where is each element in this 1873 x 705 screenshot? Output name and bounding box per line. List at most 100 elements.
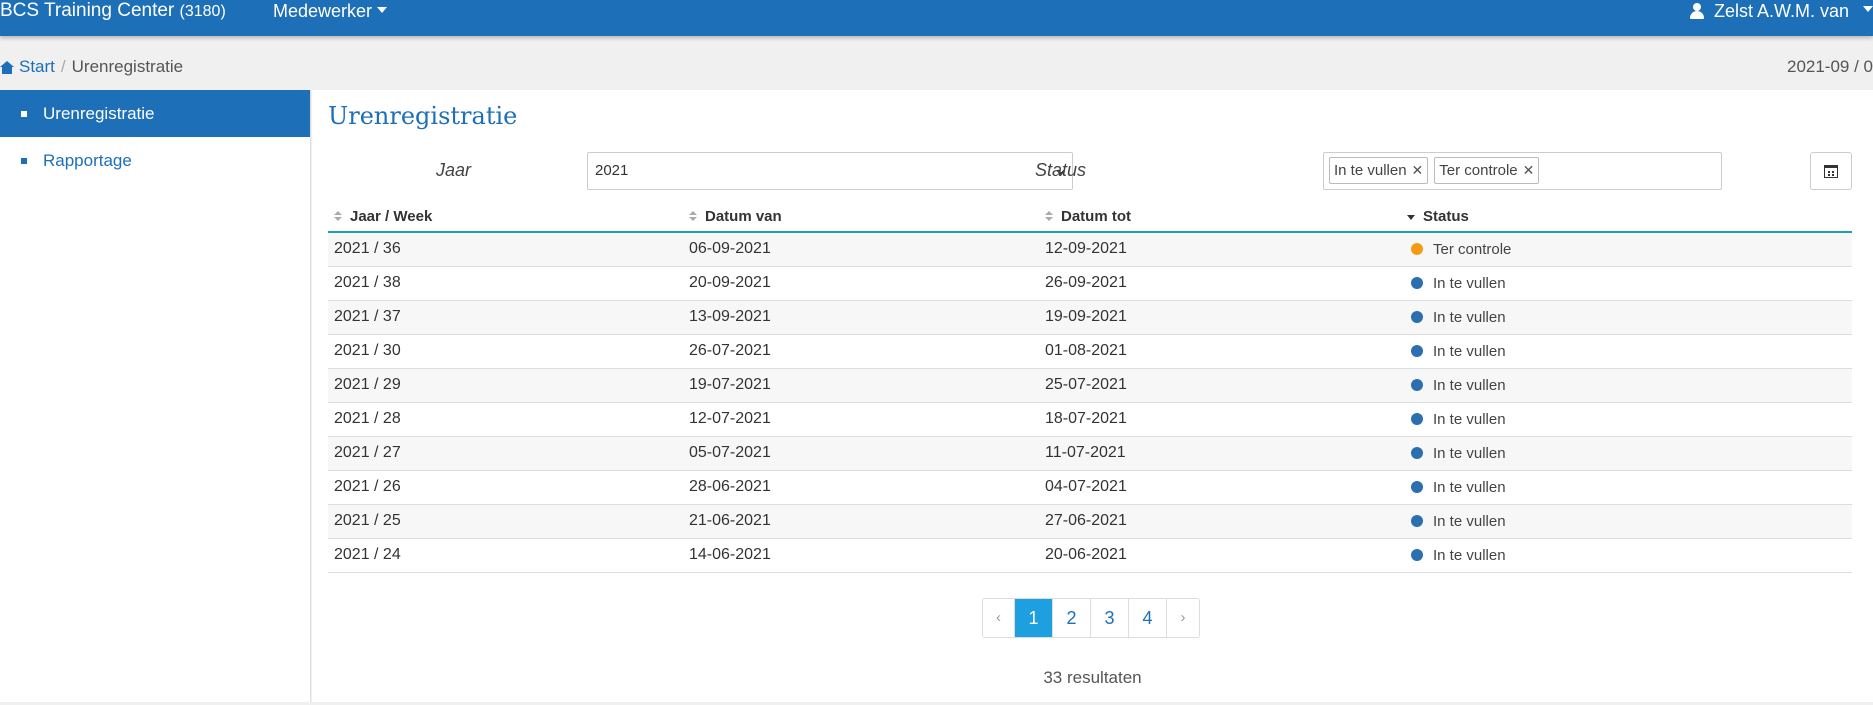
calendar-icon <box>1824 164 1838 178</box>
cell-datum-van: 19-07-2021 <box>689 368 1045 403</box>
user-menu[interactable]: Zelst A.W.M. van <box>1689 0 1873 22</box>
column-header-week[interactable]: Jaar / Week <box>328 202 689 233</box>
cell-datum-tot: 01-08-2021 <box>1045 334 1407 369</box>
sort-desc-icon <box>1407 214 1415 220</box>
sort-icon <box>689 210 697 222</box>
status-multiselect[interactable]: In te vullen ✕ Ter controle ✕ <box>1323 152 1722 190</box>
table-row[interactable]: 2021 / 24 14-06-2021 20-06-2021 In te vulle… <box>328 538 1852 573</box>
bullet-icon <box>21 157 27 164</box>
column-header-status[interactable]: Status <box>1407 202 1852 233</box>
cell-status: In te vullen <box>1407 470 1852 505</box>
pagination-page-4[interactable]: 4 <box>1129 599 1167 637</box>
cell-datum-tot: 11-07-2021 <box>1045 436 1407 471</box>
pagination-page-3[interactable]: 3 <box>1091 599 1129 637</box>
brand[interactable]: BCS Training Center (3180) <box>0 0 226 22</box>
status-dot-icon <box>1411 378 1423 391</box>
cell-status: In te vullen <box>1407 300 1852 335</box>
breadcrumb-separator: / <box>60 57 66 76</box>
user-name: Zelst A.W.M. van <box>1713 1 1849 21</box>
cell-datum-tot: 12-09-2021 <box>1045 232 1407 267</box>
cell-datum-van: 20-09-2021 <box>689 266 1045 301</box>
sort-icon <box>334 210 342 222</box>
table-row[interactable]: 2021 / 26 28-06-2021 04-07-2021 In te vulle… <box>328 470 1852 505</box>
status-label: In te vullen <box>1433 410 1506 428</box>
cell-datum-van: 13-09-2021 <box>689 300 1045 335</box>
status-label: Ter controle <box>1433 240 1512 258</box>
cell-week: 2021 / 28 <box>328 402 689 437</box>
table-row[interactable]: 2021 / 25 21-06-2021 27-06-2021 In te vulle… <box>328 504 1852 539</box>
pagination-page-1[interactable]: 1 <box>1015 599 1053 637</box>
cell-week: 2021 / 29 <box>328 368 689 403</box>
status-dot-icon <box>1411 344 1423 357</box>
cell-datum-van: 06-09-2021 <box>689 232 1045 267</box>
calendar-button[interactable] <box>1810 152 1852 190</box>
breadcrumb-start-link[interactable]: Start <box>19 56 55 78</box>
table-body: 2021 / 36 06-09-2021 12-09-2021 Ter control… <box>328 232 1852 573</box>
table-row[interactable]: 2021 / 28 12-07-2021 18-07-2021 In te vulle… <box>328 402 1852 437</box>
status-label: In te vullen <box>1433 512 1506 530</box>
column-header-datum-van[interactable]: Datum van <box>689 202 1045 233</box>
table-row[interactable]: 2021 / 38 20-09-2021 26-09-2021 In te vulle… <box>328 266 1852 301</box>
cell-status: In te vullen <box>1407 368 1852 403</box>
period-indicator: 2021-09 / 0 <box>1786 57 1873 76</box>
column-header-label: Jaar / Week <box>350 208 433 225</box>
remove-tag-icon[interactable]: ✕ <box>1523 158 1535 183</box>
medewerker-menu-label: Medewerker <box>273 1 373 21</box>
cell-week: 2021 / 24 <box>328 538 689 573</box>
status-dot-icon <box>1411 310 1423 323</box>
column-header-label: Datum van <box>705 208 782 225</box>
cell-datum-van: 26-07-2021 <box>689 334 1045 369</box>
cell-datum-tot: 26-09-2021 <box>1045 266 1407 301</box>
pagination-page-2[interactable]: 2 <box>1053 599 1091 637</box>
cell-week: 2021 / 26 <box>328 470 689 505</box>
pagination: ‹ 1 2 3 4 › <box>982 598 1200 638</box>
status-label: Status <box>1035 160 1087 180</box>
status-tag-label: Ter controle <box>1439 162 1518 179</box>
year-select[interactable]: 2021 <box>587 152 1073 190</box>
table-row[interactable]: 2021 / 29 19-07-2021 25-07-2021 In te vulle… <box>328 368 1852 403</box>
status-dot-icon <box>1411 242 1423 255</box>
cell-week: 2021 / 38 <box>328 266 689 301</box>
table-row[interactable]: 2021 / 30 26-07-2021 01-08-2021 In te vulle… <box>328 334 1852 369</box>
pagination-prev[interactable]: ‹ <box>983 599 1015 637</box>
cell-status: In te vullen <box>1407 402 1852 437</box>
cell-datum-tot: 04-07-2021 <box>1045 470 1407 505</box>
caret-down-icon <box>1863 6 1873 12</box>
bullet-icon <box>21 110 27 117</box>
pagination-next[interactable]: › <box>1167 599 1199 637</box>
sort-icon <box>1045 210 1053 222</box>
column-header-datum-tot[interactable]: Datum tot <box>1045 202 1407 233</box>
status-label: In te vullen <box>1433 308 1506 326</box>
table-row[interactable]: 2021 / 27 05-07-2021 11-07-2021 In te vulle… <box>328 436 1852 471</box>
status-dot-icon <box>1411 446 1423 459</box>
sidebar-item-urenregistratie[interactable]: Urenregistratie <box>0 90 310 137</box>
year-label: Jaar <box>436 160 472 180</box>
table-row[interactable]: 2021 / 37 13-09-2021 19-09-2021 In te vulle… <box>328 300 1852 335</box>
cell-week: 2021 / 27 <box>328 436 689 471</box>
sidebar-item-label: Urenregistratie <box>43 103 155 123</box>
home-icon <box>0 60 14 74</box>
cell-week: 2021 / 37 <box>328 300 689 335</box>
cell-status: In te vullen <box>1407 334 1852 369</box>
cell-datum-van: 28-06-2021 <box>689 470 1045 505</box>
cell-datum-van: 21-06-2021 <box>689 504 1045 539</box>
status-tag-label: In te vullen <box>1334 162 1407 179</box>
breadcrumb-current: Urenregistratie <box>71 57 184 76</box>
medewerker-menu[interactable]: Medewerker <box>273 0 388 22</box>
year-select-value: 2021 <box>595 162 629 179</box>
status-label: In te vullen <box>1433 478 1506 496</box>
remove-tag-icon[interactable]: ✕ <box>1412 158 1424 183</box>
brand-code: (3180) <box>179 3 226 20</box>
cell-status: In te vullen <box>1407 538 1852 573</box>
column-header-label: Datum tot <box>1061 208 1131 225</box>
sidebar-item-rapportage[interactable]: Rapportage <box>0 137 310 184</box>
breadcrumb: Start / Urenregistratie <box>0 56 183 78</box>
cell-datum-van: 12-07-2021 <box>689 402 1045 437</box>
status-label: In te vullen <box>1433 444 1506 462</box>
cell-datum-van: 14-06-2021 <box>689 538 1045 573</box>
table-row[interactable]: 2021 / 36 06-09-2021 12-09-2021 Ter control… <box>328 232 1852 267</box>
cell-status: In te vullen <box>1407 266 1852 301</box>
status-label: In te vullen <box>1433 342 1506 360</box>
top-navbar: BCS Training Center (3180) Medewerker Ze… <box>0 0 1873 36</box>
user-icon <box>1689 3 1704 19</box>
